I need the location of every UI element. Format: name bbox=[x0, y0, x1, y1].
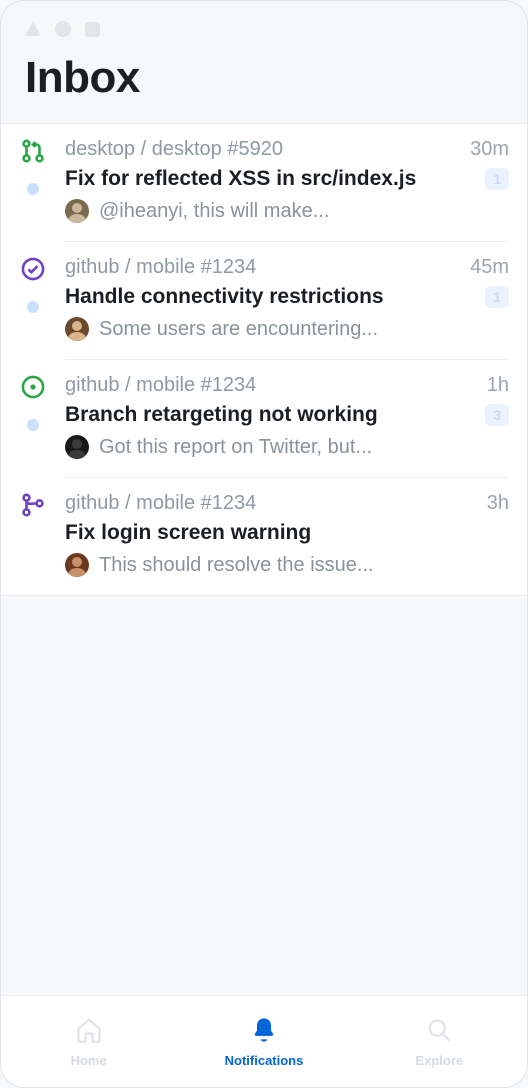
title-row: Fix login screen warning bbox=[65, 521, 509, 545]
merged-icon bbox=[20, 492, 46, 523]
title-row: Branch retargeting not working 3 bbox=[65, 403, 509, 427]
snippet-text: Got this report on Twitter, but... bbox=[99, 436, 372, 459]
avatar bbox=[65, 435, 89, 459]
item-body: github / mobile #1234 3h Fix login screen … bbox=[65, 492, 509, 577]
timestamp: 3h bbox=[487, 492, 509, 515]
tab-label: Notifications bbox=[225, 1053, 304, 1068]
tab-notifications[interactable]: Notifications bbox=[176, 996, 351, 1087]
title-row: Handle connectivity restrictions 1 bbox=[65, 285, 509, 309]
item-title: Fix login screen warning bbox=[65, 521, 311, 545]
notification-item[interactable]: desktop / desktop #5920 30m Fix for reflec… bbox=[1, 124, 527, 242]
meta-row: github / mobile #1234 1h bbox=[65, 374, 509, 397]
avatar bbox=[65, 199, 89, 223]
avatar bbox=[65, 317, 89, 341]
repo-ref: github / mobile #1234 bbox=[65, 374, 256, 397]
notification-item[interactable]: github / mobile #1234 1h Branch retargetin… bbox=[1, 360, 527, 478]
bell-icon bbox=[250, 1016, 278, 1047]
item-icon-column bbox=[19, 256, 47, 342]
item-body: github / mobile #1234 45m Handle connectiv… bbox=[65, 256, 509, 360]
tab-explore[interactable]: Explore bbox=[352, 996, 527, 1087]
search-icon bbox=[425, 1016, 453, 1047]
tab-label: Home bbox=[71, 1053, 107, 1068]
count-badge: 3 bbox=[485, 404, 509, 426]
home-icon bbox=[75, 1016, 103, 1047]
page-title: Inbox bbox=[25, 53, 503, 103]
unread-dot bbox=[27, 419, 39, 431]
timestamp: 45m bbox=[470, 256, 509, 279]
count-badge: 1 bbox=[485, 286, 509, 308]
item-body: github / mobile #1234 1h Branch retargetin… bbox=[65, 374, 509, 478]
repo-ref: desktop / desktop #5920 bbox=[65, 138, 283, 161]
meta-row: github / mobile #1234 45m bbox=[65, 256, 509, 279]
avatar bbox=[65, 553, 89, 577]
notification-item[interactable]: github / mobile #1234 45m Handle connectiv… bbox=[1, 242, 527, 360]
repo-ref: github / mobile #1234 bbox=[65, 256, 256, 279]
timestamp: 30m bbox=[470, 138, 509, 161]
snippet-row: Some users are encountering... bbox=[65, 317, 509, 341]
app-frame: Inbox desktop / desktop #5920 30m Fix for … bbox=[0, 0, 528, 1088]
unread-dot bbox=[27, 301, 39, 313]
window-control-circle bbox=[55, 21, 71, 37]
snippet-text: This should resolve the issue... bbox=[99, 554, 374, 577]
repo-ref: github / mobile #1234 bbox=[65, 492, 256, 515]
window-controls bbox=[1, 1, 527, 45]
window-control-triangle bbox=[25, 22, 41, 36]
timestamp: 1h bbox=[487, 374, 509, 397]
item-icon-column bbox=[19, 374, 47, 460]
item-title: Fix for reflected XSS in src/index.js bbox=[65, 167, 416, 191]
page-header: Inbox bbox=[1, 45, 527, 123]
count-badge: 1 bbox=[485, 168, 509, 190]
pull-request-icon bbox=[20, 138, 46, 169]
title-row: Fix for reflected XSS in src/index.js 1 bbox=[65, 167, 509, 191]
meta-row: desktop / desktop #5920 30m bbox=[65, 138, 509, 161]
snippet-row: @iheanyi, this will make... bbox=[65, 199, 509, 223]
issue-closed-icon bbox=[20, 256, 46, 287]
meta-row: github / mobile #1234 3h bbox=[65, 492, 509, 515]
tab-label: Explore bbox=[415, 1053, 463, 1068]
window-control-square bbox=[85, 22, 100, 37]
snippet-text: Some users are encountering... bbox=[99, 318, 378, 341]
snippet-text: @iheanyi, this will make... bbox=[99, 200, 329, 223]
issue-open-icon bbox=[20, 374, 46, 405]
notification-item[interactable]: github / mobile #1234 3h Fix login screen … bbox=[1, 478, 527, 595]
tab-home[interactable]: Home bbox=[1, 996, 176, 1087]
item-icon-column bbox=[19, 138, 47, 224]
unread-dot bbox=[27, 183, 39, 195]
notification-list: desktop / desktop #5920 30m Fix for reflec… bbox=[1, 123, 527, 596]
snippet-row: This should resolve the issue... bbox=[65, 553, 509, 577]
item-title: Handle connectivity restrictions bbox=[65, 285, 384, 309]
item-icon-column bbox=[19, 492, 47, 577]
item-title: Branch retargeting not working bbox=[65, 403, 378, 427]
tab-bar: Home Notifications Explore bbox=[1, 995, 527, 1087]
snippet-row: Got this report on Twitter, but... bbox=[65, 435, 509, 459]
item-body: desktop / desktop #5920 30m Fix for reflec… bbox=[65, 138, 509, 242]
